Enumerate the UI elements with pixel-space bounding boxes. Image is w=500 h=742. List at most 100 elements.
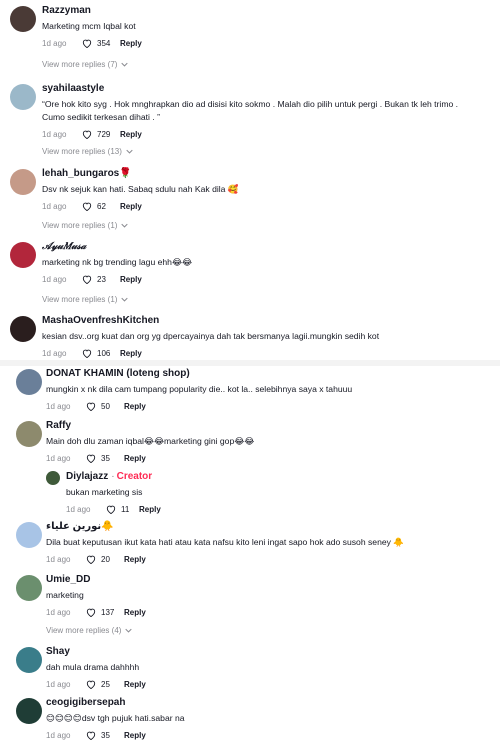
avatar[interactable] <box>10 242 36 268</box>
comment-text: Dila buat keputusan ikut kata hati atau … <box>46 537 405 547</box>
comment-text: marketing <box>46 590 84 600</box>
avatar[interactable] <box>46 471 60 485</box>
chevron-down-icon <box>121 62 129 67</box>
reply-button[interactable]: Reply <box>124 680 146 689</box>
reply-button[interactable]: Reply <box>124 608 146 617</box>
heart-icon <box>82 39 92 48</box>
view-more-replies[interactable]: View more replies (1) <box>42 221 129 230</box>
creator-badge: Creator <box>116 471 153 482</box>
reply-button[interactable]: Reply <box>120 275 142 284</box>
avatar[interactable] <box>10 6 36 32</box>
username[interactable]: Diylajazz · Creator <box>66 470 466 484</box>
reply-button[interactable]: Reply <box>124 402 146 411</box>
username[interactable]: syahilaastyle <box>42 82 462 96</box>
like-button[interactable]: 11 <box>106 505 139 514</box>
timestamp: 1d ago <box>46 454 71 463</box>
like-count: 25 <box>101 680 110 689</box>
timestamp: 1d ago <box>42 39 67 48</box>
reply-button[interactable]: Reply <box>120 349 142 358</box>
avatar[interactable] <box>16 522 42 548</box>
username[interactable]: Raffy <box>46 419 486 433</box>
reply-username: Diylajazz <box>66 471 109 482</box>
username[interactable]: Umie_DD <box>46 573 486 587</box>
like-button[interactable]: 106 <box>82 349 120 358</box>
username[interactable]: ceogigibersepah <box>46 696 486 710</box>
like-button[interactable]: 25 <box>86 680 124 689</box>
like-count: 729 <box>97 129 111 139</box>
comment-text: Main doh dlu zaman iqbal😂😂marketing gini… <box>46 436 255 446</box>
view-more-replies[interactable]: View more replies (7) <box>42 60 129 69</box>
avatar[interactable] <box>10 169 36 195</box>
heart-icon <box>86 731 96 740</box>
chevron-down-icon <box>121 297 129 302</box>
heart-icon <box>86 402 96 411</box>
like-button[interactable]: 137 <box>86 608 124 617</box>
username[interactable]: MashaOvenfreshKitchen <box>42 314 482 328</box>
username[interactable]: 𝒜𝓎𝓊𝑀𝓊𝓈𝒶 <box>42 240 482 254</box>
like-count: 23 <box>97 275 106 284</box>
comment-text: dah mula drama dahhhh <box>46 662 140 672</box>
avatar[interactable] <box>16 421 42 447</box>
avatar[interactable] <box>16 698 42 724</box>
avatar[interactable] <box>16 575 42 601</box>
reply-button[interactable]: Reply <box>124 555 146 564</box>
like-button[interactable]: 354 <box>82 39 120 48</box>
comment-text: “Ore hok kito syg . Hok mnghrapkan dio a… <box>42 99 459 122</box>
username[interactable]: lehah_bungaros🌹 <box>42 167 482 181</box>
reply-button[interactable]: Reply <box>120 130 142 139</box>
reply-button[interactable]: Reply <box>124 454 146 463</box>
separator-dot: · <box>111 471 115 482</box>
reply-button[interactable]: Reply <box>120 202 142 211</box>
username[interactable]: Shay <box>46 645 486 659</box>
heart-icon <box>82 130 92 139</box>
username[interactable]: نورين علياء🐥 <box>46 520 486 534</box>
like-button[interactable]: 50 <box>86 402 124 411</box>
heart-icon <box>82 349 92 358</box>
timestamp: 1d ago <box>46 680 71 689</box>
section-divider <box>0 360 500 366</box>
like-count: 62 <box>97 202 106 211</box>
like-button[interactable]: 20 <box>86 555 124 564</box>
comment-text: kesian dsv..org kuat dan org yg dpercaya… <box>42 331 380 341</box>
view-more-replies[interactable]: View more replies (13) <box>42 147 133 156</box>
like-button[interactable]: 35 <box>86 731 124 740</box>
reply-button[interactable]: Reply <box>124 731 146 740</box>
avatar[interactable] <box>16 369 42 395</box>
like-count: 11 <box>121 505 130 514</box>
comment-text: 😊😊😊😊dsv tgh pujuk hati.sabar na <box>46 713 185 723</box>
view-more-label: View more replies (7) <box>42 60 118 69</box>
like-count: 137 <box>101 608 115 617</box>
view-more-label: View more replies (1) <box>42 221 118 230</box>
like-button[interactable]: 62 <box>82 202 120 211</box>
chevron-down-icon <box>126 149 133 154</box>
timestamp: 1d ago <box>42 129 67 139</box>
like-button[interactable]: 729 <box>82 130 120 139</box>
timestamp: 1d ago <box>66 505 91 514</box>
timestamp: 1d ago <box>46 731 71 740</box>
like-button[interactable]: 23 <box>82 275 120 284</box>
view-more-label: View more replies (1) <box>42 295 118 304</box>
heart-icon <box>86 555 96 564</box>
like-button[interactable]: 35 <box>86 454 124 463</box>
timestamp: 1d ago <box>46 555 71 564</box>
timestamp: 1d ago <box>42 349 67 358</box>
like-count: 20 <box>101 555 110 564</box>
heart-icon <box>86 680 96 689</box>
view-more-replies[interactable]: View more replies (4) <box>46 626 133 635</box>
reply-button[interactable]: Reply <box>139 505 161 514</box>
like-count: 106 <box>97 349 111 358</box>
heart-icon <box>82 202 92 211</box>
timestamp: 1d ago <box>46 402 71 411</box>
chevron-down-icon <box>125 628 133 633</box>
avatar[interactable] <box>16 647 42 673</box>
username[interactable]: DONAT KHAMIN (loteng shop) <box>46 367 486 381</box>
heart-icon <box>106 505 116 514</box>
avatar[interactable] <box>10 84 36 110</box>
view-more-replies[interactable]: View more replies (1) <box>42 295 129 304</box>
username[interactable]: Razzyman <box>42 4 482 18</box>
reply-button[interactable]: Reply <box>120 39 142 48</box>
view-more-label: View more replies (4) <box>46 626 122 635</box>
timestamp: 1d ago <box>46 608 71 617</box>
comment-text: mungkin x nk dila cam tumpang popularity… <box>46 384 353 394</box>
avatar[interactable] <box>10 316 36 342</box>
